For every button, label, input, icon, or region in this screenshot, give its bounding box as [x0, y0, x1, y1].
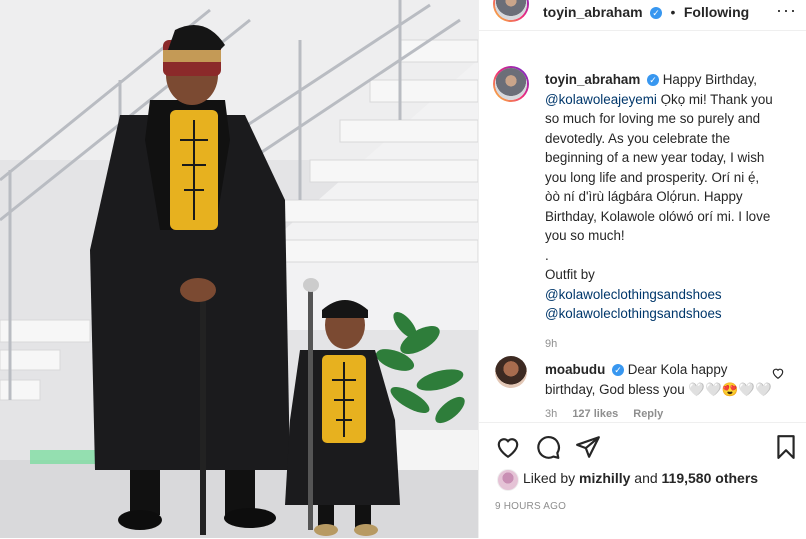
reply-button[interactable]: Reply — [633, 408, 663, 420]
caption-line-9: . — [545, 247, 549, 263]
caption-line-3: devotedly. As you celebrate the — [545, 130, 731, 146]
comment-avatar[interactable] — [495, 356, 527, 388]
liker-avatar[interactable] — [497, 469, 519, 491]
author-avatar[interactable] — [493, 0, 529, 22]
heart-icon[interactable] — [495, 434, 521, 460]
liker-username[interactable]: mizhilly — [579, 470, 630, 486]
post-header: toyin_abraham ✓ • Following ··· — [479, 0, 806, 31]
post-photo[interactable] — [0, 0, 478, 538]
caption-line-6: òò ní d'ìrù lágbára Olọ́run. Happy — [545, 189, 743, 204]
caption-line-10: Outfit by — [545, 267, 595, 282]
post-timestamp[interactable]: 9 HOURS AGO — [495, 501, 566, 512]
caption-line-0: toyin_abraham ✓ Happy Birthday, — [545, 70, 795, 90]
caption-time: 9h — [545, 337, 558, 350]
photo-illustration — [0, 0, 478, 538]
share-icon[interactable] — [575, 434, 601, 460]
caption-avatar[interactable] — [493, 66, 529, 102]
comment-username[interactable]: moabudu — [545, 362, 605, 377]
post-panel: toyin_abraham ✓ • Following ··· toyin_ab… — [478, 0, 806, 539]
header-author: toyin_abraham ✓ • Following — [543, 4, 749, 22]
caption-text: Happy Birthday, — [662, 72, 758, 87]
bookmark-icon[interactable] — [773, 434, 799, 460]
caption-line-8: you so much! — [545, 228, 625, 243]
comment-likes[interactable]: 127 likes — [572, 408, 618, 420]
comment-line-1: moabudu ✓ Dear Kola happy — [545, 360, 775, 380]
separator-dot: • — [670, 4, 676, 20]
comment-text-2: birthday, God bless you 🤍🤍😍🤍🤍 — [545, 381, 772, 397]
caption-username[interactable]: toyin_abraham — [545, 72, 640, 87]
more-icon[interactable]: ··· — [776, 0, 797, 21]
caption-line-5: you long life and prosperity. Orí ni ẹ́, — [545, 169, 760, 185]
comment-icon[interactable] — [535, 434, 561, 460]
likes-summary: Liked by mizhilly and 119,580 others — [523, 470, 758, 486]
verified-icon: ✓ — [612, 364, 624, 377]
caption-line-4: beginning of a new year today, I wish — [545, 150, 765, 165]
comment-item: moabudu ✓ Dear Kola happy birthday, God … — [545, 360, 775, 425]
caption-line-1: @kolawoleajeyemi Ọkọ mi! Thank you — [545, 90, 795, 110]
post-actions: Liked by mizhilly and 119,580 others 9 H… — [479, 422, 806, 539]
post-caption: toyin_abraham ✓ Happy Birthday, @kolawol… — [545, 70, 795, 354]
outfit-mention-2[interactable]: @kolawoleclothingsandshoes — [545, 304, 795, 324]
verified-icon: ✓ — [650, 6, 663, 19]
author-username[interactable]: toyin_abraham — [543, 4, 643, 20]
caption-text: Ọkọ mi! Thank you — [660, 91, 773, 107]
caption-line-7: Birthday, Kolawole olówó orí mi. I love — [545, 208, 771, 224]
outfit-mention-1[interactable]: @kolawoleclothingsandshoes — [545, 285, 795, 305]
following-button[interactable]: Following — [684, 4, 749, 20]
verified-icon: ✓ — [647, 74, 659, 87]
comment-time: 3h — [545, 408, 558, 420]
likes-others[interactable]: 119,580 others — [662, 470, 759, 486]
comment-text-1: Dear Kola happy — [627, 362, 728, 377]
likes-prefix: Liked by — [523, 470, 576, 486]
caption-line-2: so much for loving me so purely and — [545, 111, 761, 126]
comment-heart-icon[interactable] — [771, 366, 785, 380]
caption-mention[interactable]: @kolawoleajeyemi — [545, 92, 657, 107]
likes-and: and — [634, 470, 658, 486]
